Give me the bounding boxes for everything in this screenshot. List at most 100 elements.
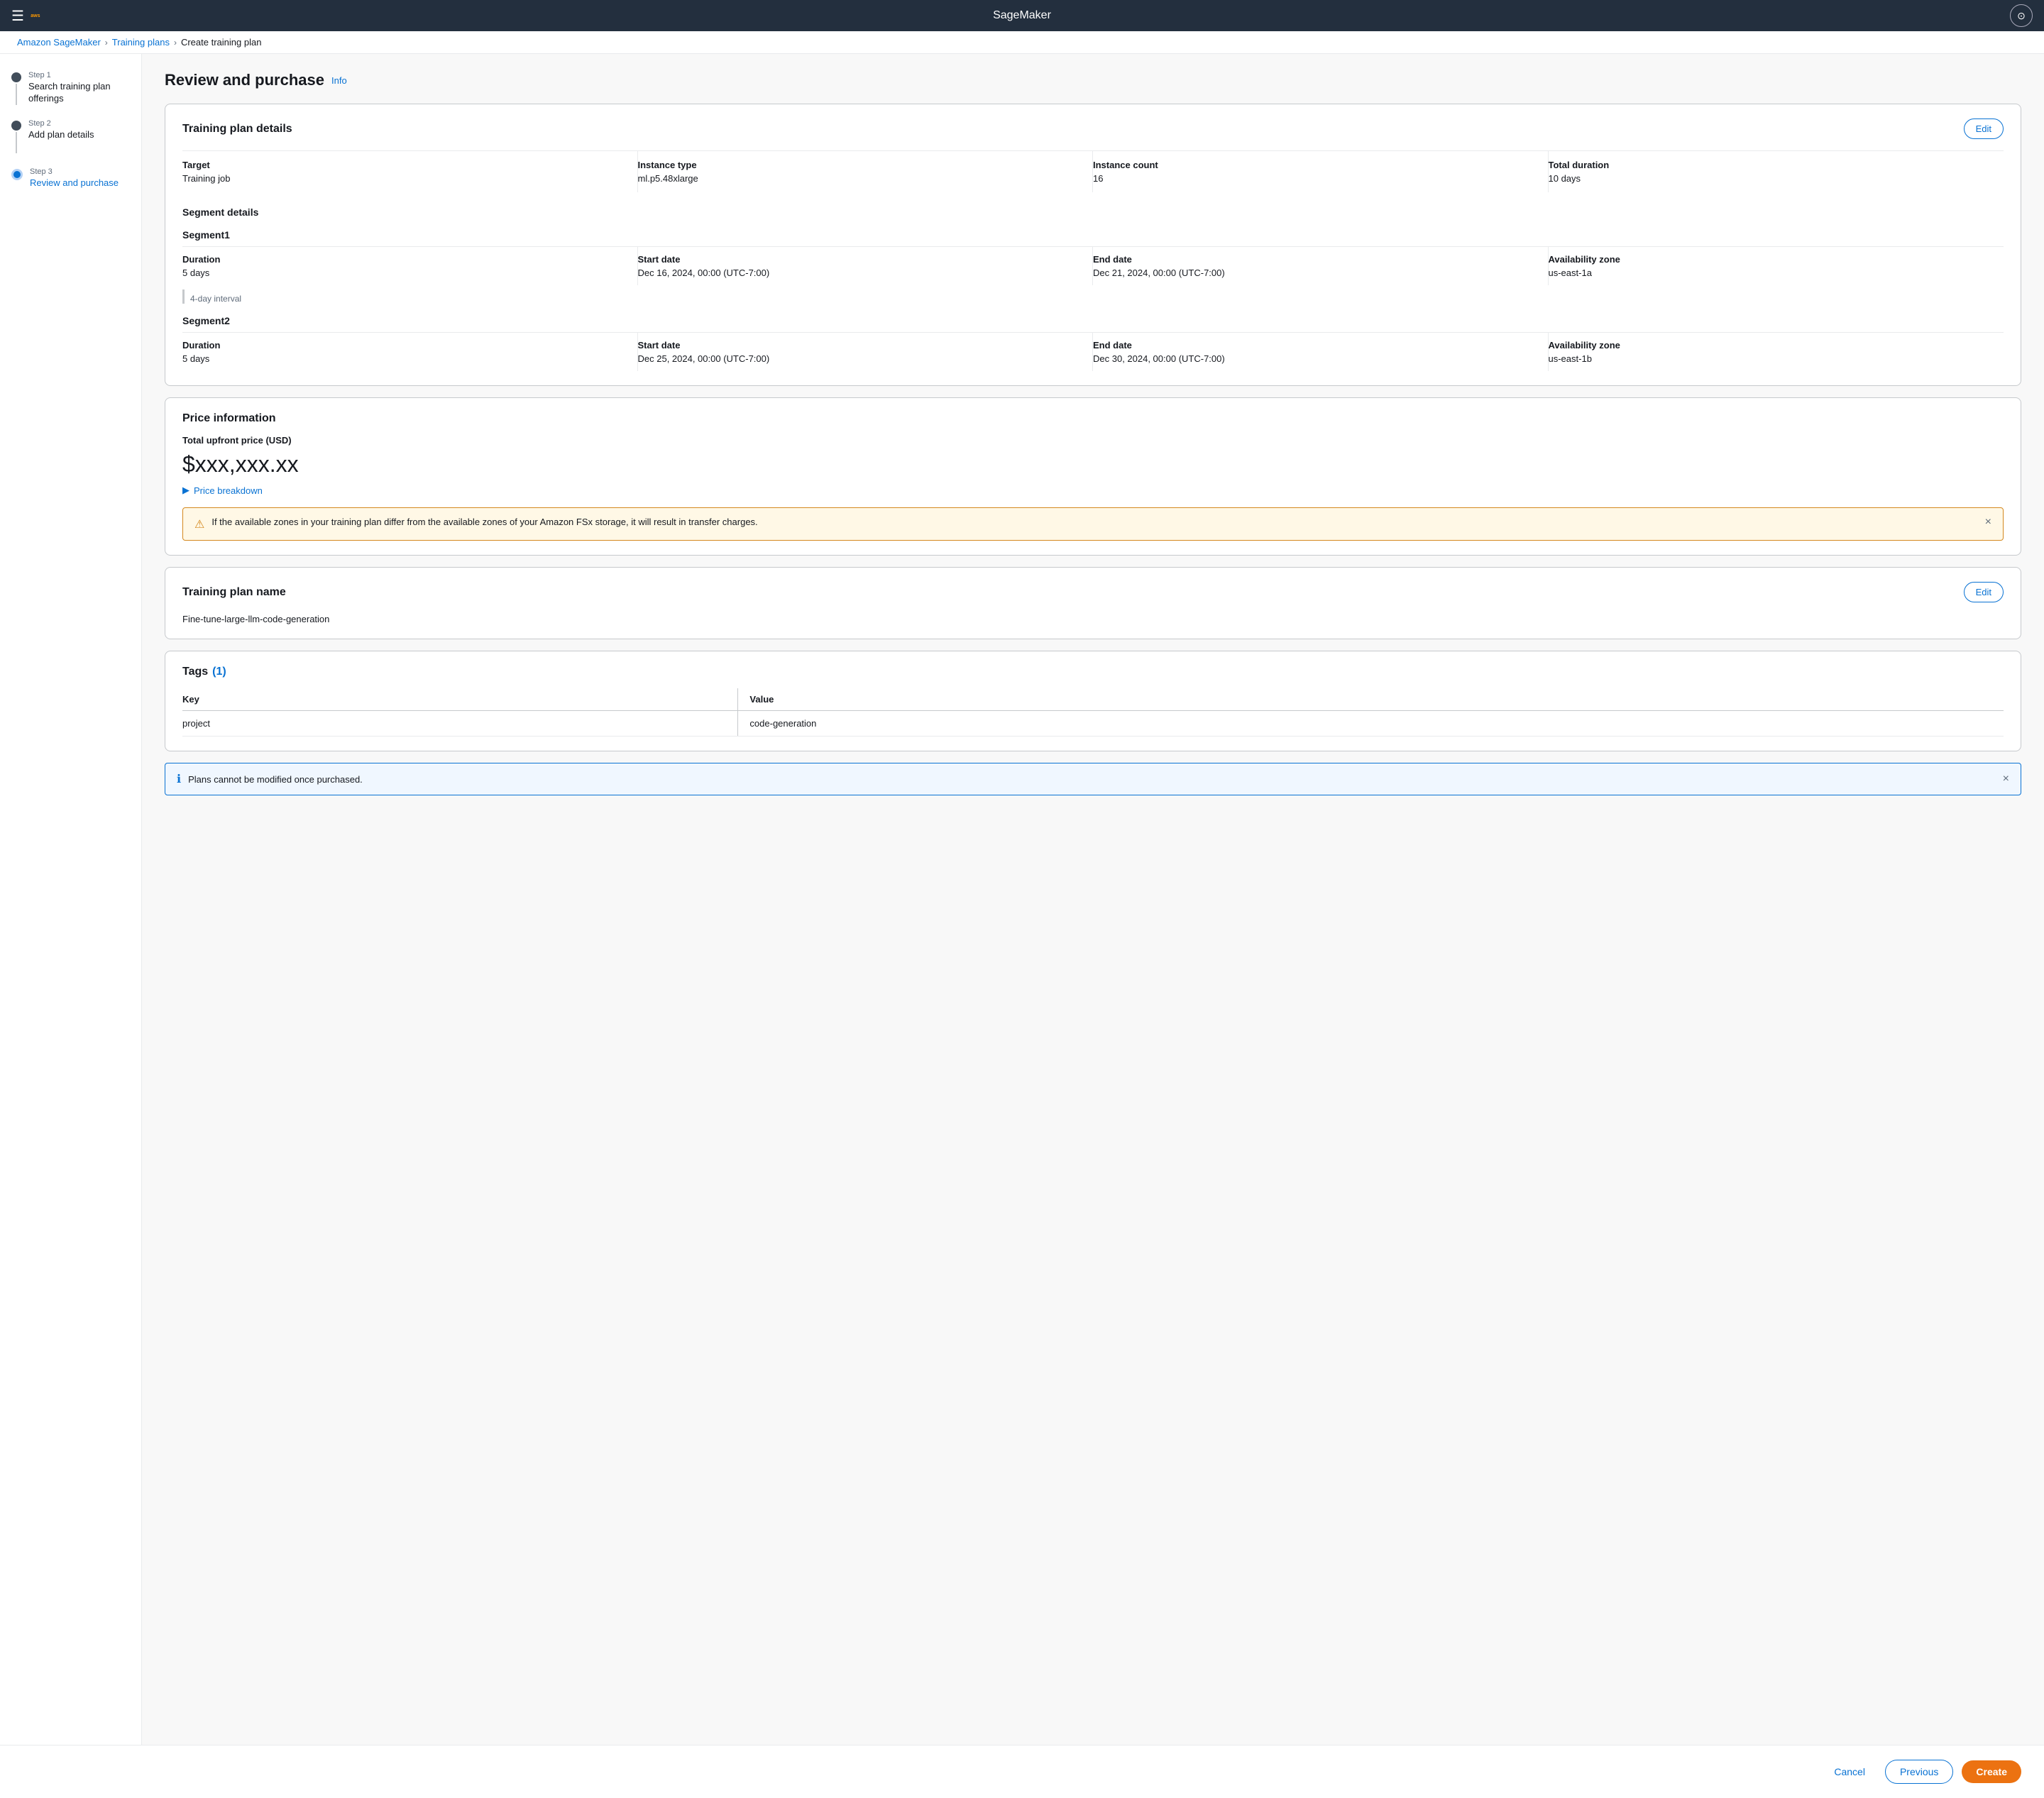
seg1-interval-note: 4-day interval bbox=[182, 289, 2004, 304]
previous-button[interactable]: Previous bbox=[1885, 1760, 1953, 1784]
step1-text: Step 1 Search training plan offerings bbox=[28, 71, 130, 105]
price-amount: $xxx,xxx.xx bbox=[182, 451, 2004, 478]
seg2-az-cell: Availability zone us-east-1b bbox=[1549, 333, 2004, 371]
tags-count: (1) bbox=[212, 666, 226, 678]
seg2-start-cell: Start date Dec 25, 2024, 00:00 (UTC-7:00… bbox=[638, 333, 1094, 371]
segment-details-section: Segment details Segment1 Duration 5 days… bbox=[182, 206, 2004, 371]
seg1-end-value: Dec 21, 2024, 00:00 (UTC-7:00) bbox=[1093, 268, 1537, 278]
table-row: project code-generation bbox=[182, 711, 2004, 737]
seg2-duration-value: 5 days bbox=[182, 353, 626, 364]
seg1-end-label: End date bbox=[1093, 254, 1537, 265]
step1-line bbox=[16, 84, 17, 105]
aws-logo: aws bbox=[30, 4, 53, 27]
seg2-end-value: Dec 30, 2024, 00:00 (UTC-7:00) bbox=[1093, 353, 1537, 364]
detail-cell-total-duration: Total duration 10 days bbox=[1549, 151, 2004, 192]
sidebar-item-step3: Step 3 Review and purchase bbox=[11, 167, 130, 189]
step2-indicator bbox=[11, 121, 21, 153]
warning-text: If the available zones in your training … bbox=[211, 517, 1977, 527]
info-alert-text: Plans cannot be modified once purchased. bbox=[188, 774, 1996, 785]
warning-box: ⚠ If the available zones in your trainin… bbox=[182, 507, 2004, 541]
training-plan-details-grid: Target Training job Instance type ml.p5.… bbox=[182, 150, 2004, 192]
seg2-start-label: Start date bbox=[638, 340, 1082, 351]
training-plan-name-card: Training plan name Edit Fine-tune-large-… bbox=[165, 567, 2021, 639]
segment2-block: Segment2 Duration 5 days Start date Dec … bbox=[182, 315, 2004, 371]
tags-card-title: Tags bbox=[182, 666, 208, 678]
breadcrumb-current: Create training plan bbox=[181, 37, 261, 48]
seg1-start-value: Dec 16, 2024, 00:00 (UTC-7:00) bbox=[638, 268, 1082, 278]
sidebar-item-step1: Step 1 Search training plan offerings bbox=[11, 71, 130, 105]
seg2-az-value: us-east-1b bbox=[1549, 353, 1993, 364]
training-plan-name-edit-button[interactable]: Edit bbox=[1964, 582, 2004, 602]
sidebar: Step 1 Search training plan offerings St… bbox=[0, 54, 142, 1745]
create-button[interactable]: Create bbox=[1962, 1760, 2021, 1783]
cancel-button[interactable]: Cancel bbox=[1823, 1760, 1877, 1783]
account-icon-btn[interactable]: ⊙ bbox=[2010, 4, 2033, 27]
step1-number: Step 1 bbox=[28, 71, 130, 79]
step2-label: Add plan details bbox=[28, 129, 130, 141]
seg2-end-label: End date bbox=[1093, 340, 1537, 351]
step2-dot bbox=[11, 121, 21, 131]
warning-close-button[interactable]: × bbox=[1985, 517, 1991, 528]
price-information-card: Price information Total upfront price (U… bbox=[165, 397, 2021, 556]
detail-value-instance-count: 16 bbox=[1093, 173, 1537, 184]
seg2-duration-label: Duration bbox=[182, 340, 626, 351]
breadcrumb: Amazon SageMaker › Training plans › Crea… bbox=[0, 31, 2044, 54]
segment1-grid: Duration 5 days Start date Dec 16, 2024,… bbox=[182, 246, 2004, 285]
step2-line bbox=[16, 132, 17, 153]
step1-dot bbox=[11, 72, 21, 82]
tags-col-key: Key bbox=[182, 688, 738, 711]
svg-text:aws: aws bbox=[31, 13, 40, 18]
step3-number: Step 3 bbox=[30, 167, 130, 176]
triangle-icon: ▶ bbox=[182, 485, 189, 496]
breadcrumb-root[interactable]: Amazon SageMaker bbox=[17, 37, 101, 48]
segment-section-title: Segment details bbox=[182, 206, 2004, 218]
tag-key-cell: project bbox=[182, 711, 738, 737]
breadcrumb-sep-2: › bbox=[174, 38, 177, 48]
step1-indicator bbox=[11, 72, 21, 105]
step3-dot bbox=[11, 169, 23, 180]
sidebar-item-step2: Step 2 Add plan details bbox=[11, 119, 130, 153]
training-plan-details-card: Training plan details Edit Target Traini… bbox=[165, 104, 2021, 386]
price-card-title: Price information bbox=[182, 412, 2004, 425]
seg2-end-cell: End date Dec 30, 2024, 00:00 (UTC-7:00) bbox=[1093, 333, 1549, 371]
price-breakdown-label: Price breakdown bbox=[194, 485, 263, 496]
tags-header-row: Key Value bbox=[182, 688, 2004, 711]
training-plan-name-title: Training plan name bbox=[182, 586, 286, 599]
seg2-start-value: Dec 25, 2024, 00:00 (UTC-7:00) bbox=[638, 353, 1082, 364]
training-plan-details-edit-button[interactable]: Edit bbox=[1964, 118, 2004, 139]
detail-cell-instance-type: Instance type ml.p5.48xlarge bbox=[638, 151, 1094, 192]
info-link[interactable]: Info bbox=[331, 75, 347, 86]
seg2-duration-cell: Duration 5 days bbox=[182, 333, 638, 371]
app-title: SageMaker bbox=[993, 9, 1051, 22]
menu-button[interactable]: ☰ bbox=[11, 7, 24, 25]
price-total-label: Total upfront price (USD) bbox=[182, 435, 2004, 446]
seg1-az-label: Availability zone bbox=[1549, 254, 1993, 265]
seg1-start-label: Start date bbox=[638, 254, 1082, 265]
account-icon: ⊙ bbox=[2017, 10, 2026, 22]
training-plan-details-header: Training plan details Edit bbox=[182, 118, 2004, 139]
top-nav-right: ⊙ bbox=[2010, 4, 2033, 27]
training-plan-details-title: Training plan details bbox=[182, 123, 292, 136]
breadcrumb-parent[interactable]: Training plans bbox=[112, 37, 170, 48]
detail-label-total-duration: Total duration bbox=[1549, 160, 1993, 170]
seg1-end-cell: End date Dec 21, 2024, 00:00 (UTC-7:00) bbox=[1093, 247, 1549, 285]
main-layout: Step 1 Search training plan offerings St… bbox=[0, 54, 2044, 1745]
info-icon: ℹ bbox=[177, 772, 181, 786]
plan-name-value: Fine-tune-large-llm-code-generation bbox=[182, 614, 2004, 624]
step3-label: Review and purchase bbox=[30, 177, 130, 189]
seg2-az-label: Availability zone bbox=[1549, 340, 1993, 351]
segment2-grid: Duration 5 days Start date Dec 25, 2024,… bbox=[182, 332, 2004, 371]
info-alert-close-button[interactable]: × bbox=[2003, 773, 2009, 785]
top-nav: ☰ aws SageMaker ⊙ bbox=[0, 0, 2044, 31]
seg1-start-cell: Start date Dec 16, 2024, 00:00 (UTC-7:00… bbox=[638, 247, 1094, 285]
segment1-title: Segment1 bbox=[182, 229, 2004, 241]
price-breakdown-toggle[interactable]: ▶ Price breakdown bbox=[182, 485, 2004, 496]
aws-logo-area: ☰ aws bbox=[11, 4, 53, 27]
seg1-duration-label: Duration bbox=[182, 254, 626, 265]
warning-icon: ⚠ bbox=[194, 517, 204, 531]
tags-card: Tags (1) Key Value project code-generati… bbox=[165, 651, 2021, 751]
step2-text: Step 2 Add plan details bbox=[28, 119, 130, 141]
segment2-title: Segment2 bbox=[182, 315, 2004, 326]
seg1-az-cell: Availability zone us-east-1a bbox=[1549, 247, 2004, 285]
detail-label-target: Target bbox=[182, 160, 626, 170]
